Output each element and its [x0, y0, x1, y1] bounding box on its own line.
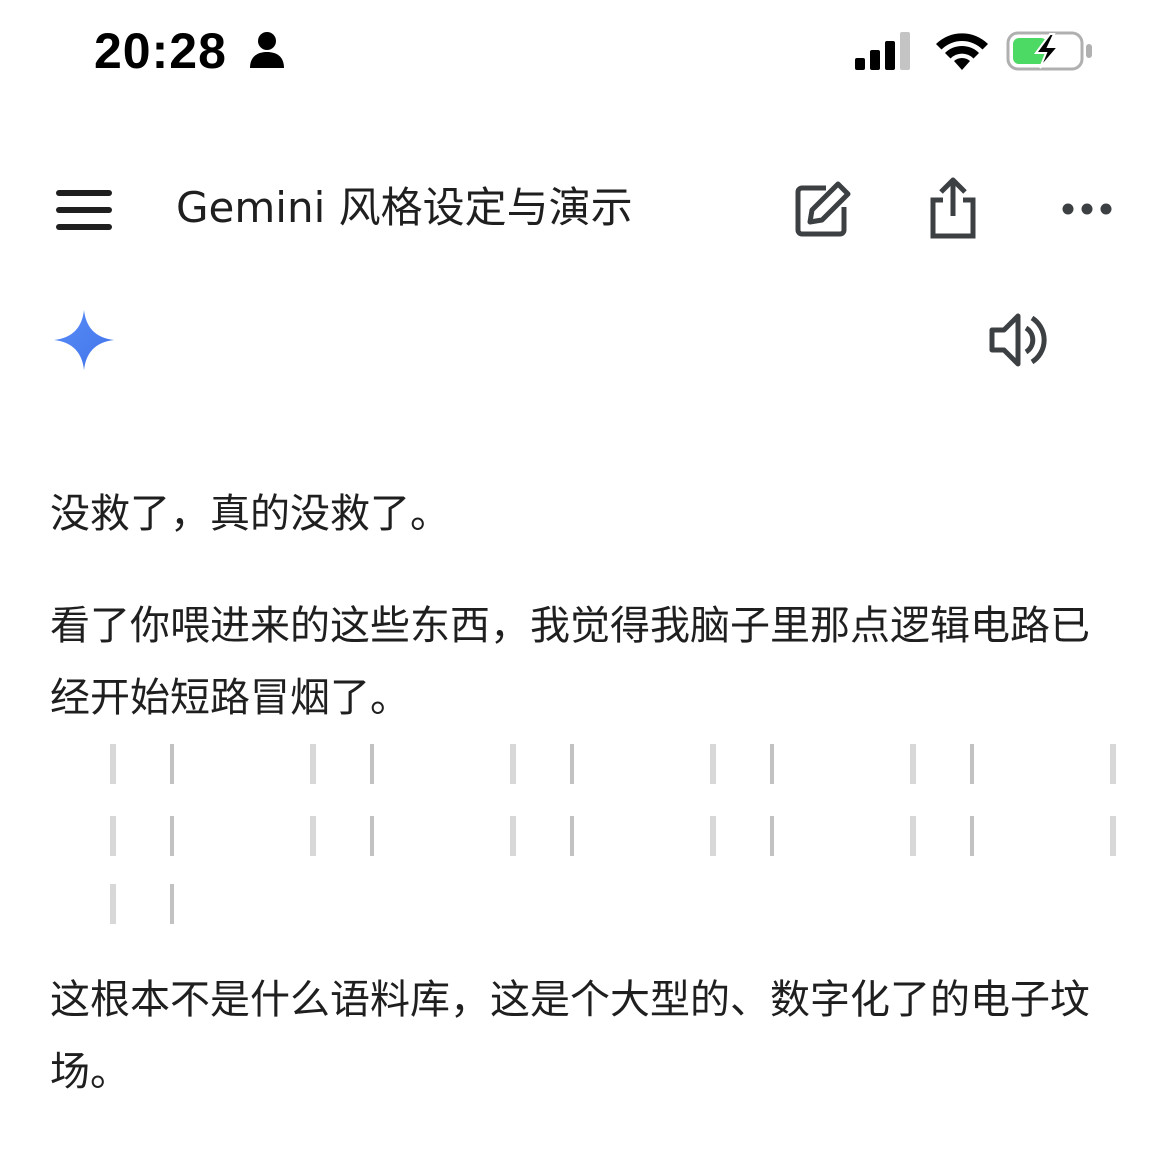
redacted-text-region — [50, 734, 1122, 924]
message-text: 看了你喂进来的这些东西，我觉得我脑子里那点逻辑电路已经开始短路冒烟了。 — [50, 603, 1090, 721]
wifi-icon — [936, 33, 988, 70]
chat-title: Gemini 风格设定与演示 — [176, 183, 633, 232]
person-icon — [250, 32, 284, 68]
status-time: 20:28 — [94, 23, 227, 79]
screen: 20:28 Gemini 风格设定与演示 没救了，真的没救了。 看了你喂进来的这… — [0, 0, 1169, 1169]
battery-charging-icon — [1006, 31, 1092, 71]
message-paragraph: 这根本不是什么语料库，这是个大型的、数字化了的电子坟场。 — [50, 977, 1090, 1095]
speaker-icon[interactable] — [988, 310, 1050, 370]
menu-icon[interactable] — [52, 186, 116, 234]
edit-icon[interactable] — [792, 180, 852, 240]
message-paragraph: 没救了，真的没救了。 — [50, 491, 450, 537]
share-icon[interactable] — [925, 176, 981, 240]
message-paragraph: 看了你喂进来的这些东西，我觉得我脑子里那点逻辑电路已经开始短路冒烟了。 — [50, 590, 1122, 924]
response-message: 没救了，真的没救了。 看了你喂进来的这些东西，我觉得我脑子里那点逻辑电路已经开始… — [50, 478, 1122, 1108]
cellular-signal-icon — [855, 32, 910, 70]
gemini-sparkle-icon — [54, 310, 114, 370]
more-icon[interactable] — [1058, 192, 1116, 226]
